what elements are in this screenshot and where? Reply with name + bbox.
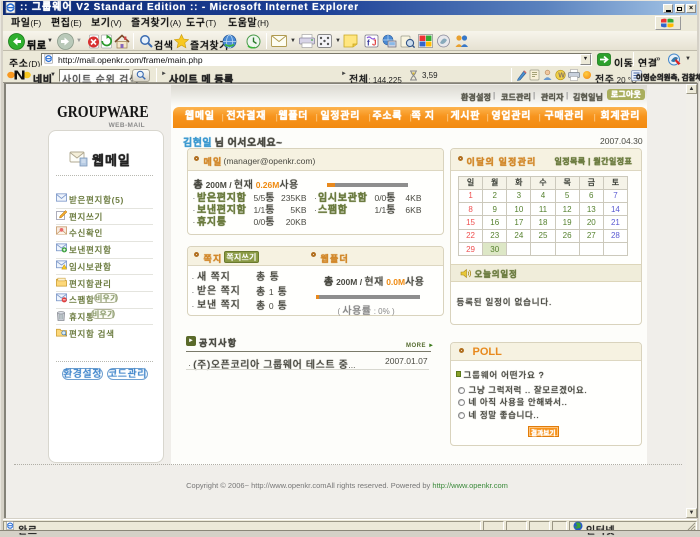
svg-text:J: J (372, 39, 376, 48)
svg-text:f: f (367, 39, 370, 48)
svg-text:W: W (558, 73, 565, 80)
